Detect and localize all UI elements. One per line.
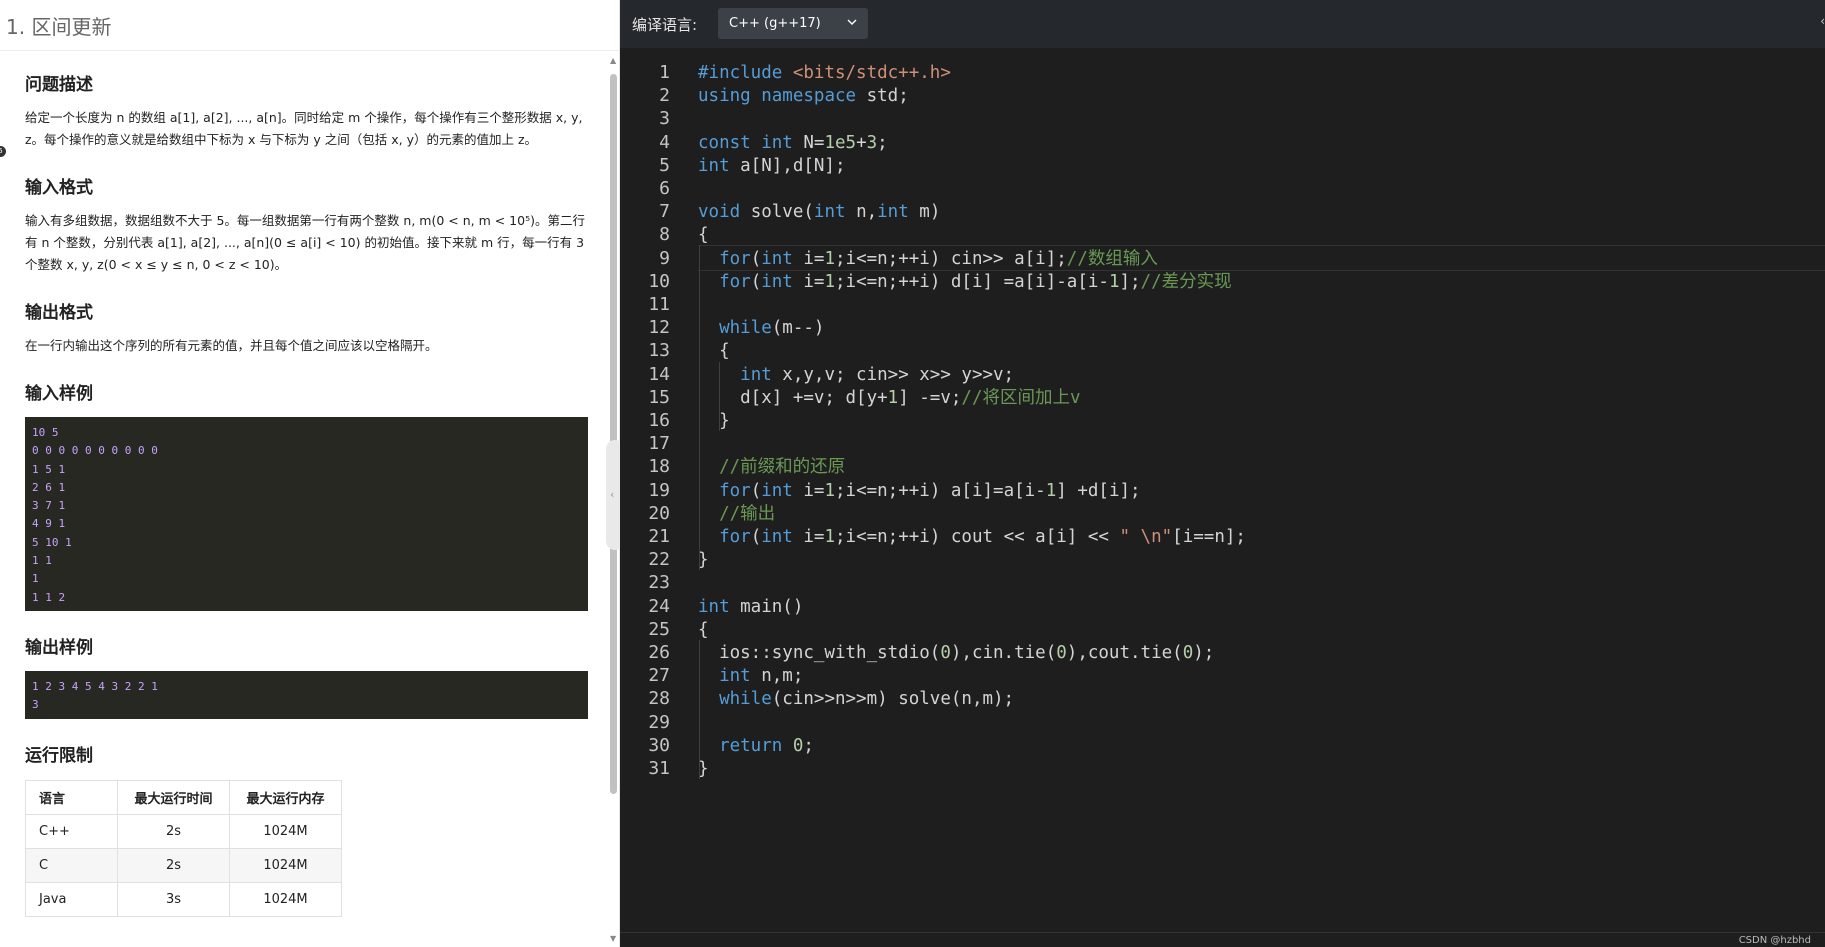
code-area[interactable]: 1 #include <bits/stdc++.h> 2 using namespac… (620, 60, 1825, 930)
language-select-value: C++ (g++17) (729, 16, 821, 31)
chevron-left-icon[interactable]: ‹ (610, 488, 614, 501)
table-cell: Java (25, 881, 118, 917)
input-format-title: 输入格式 (25, 178, 93, 198)
indent-guide (719, 361, 720, 432)
table-row: Java 3s 1024M (25, 881, 342, 917)
table-cell: 2s (117, 847, 230, 883)
scroll-down-arrow-icon[interactable]: ▼ (610, 934, 616, 943)
table-cell: C (25, 847, 118, 883)
watermark: CSDN @hzbhd (1738, 935, 1811, 946)
indent-guide (699, 640, 700, 780)
table-cell: C++ (25, 813, 118, 849)
editor-status-bar: CSDN @hzbhd (620, 932, 1825, 947)
sample-output-title: 输出样例 (25, 637, 93, 658)
sample-input-title: 输入样例 (25, 384, 93, 404)
output-format-text: 在一行内输出这个序列的所有元素的值，并且每个值之间应该以空格隔开。 (25, 338, 438, 353)
problem-pane: 1. 区间更新 5 问题描述 给定一个长度为 n 的数组 a[1], a[2],… (0, 0, 620, 947)
chevron-down-icon (847, 19, 857, 25)
output-format-title: 输出格式 (25, 303, 93, 323)
limits-table: 语言 最大运行时间 最大运行内存 C++ 2s 1024M C 2s 1024M… (25, 779, 342, 917)
limits-header-language: 语言 (25, 779, 118, 815)
problem-header: 1. 区间更新 (0, 0, 619, 51)
scroll-thumb[interactable] (610, 74, 617, 794)
input-format-text: 输入有多组数据，数据组数不大于 5。每一组数据第一行有两个整数 n, m(0 <… (25, 213, 585, 272)
code-line[interactable]: 31} (620, 756, 1825, 783)
description-text: 给定一个长度为 n 的数组 a[1], a[2], ..., a[n]。同时给定… (25, 110, 583, 147)
table-cell: 2s (117, 813, 230, 849)
table-cell: 1024M (229, 881, 342, 917)
limits-header-row: 语言 最大运行时间 最大运行内存 (25, 779, 342, 815)
limits-header-memory: 最大运行内存 (229, 779, 342, 815)
table-row: C 2s 1024M (25, 847, 342, 883)
problem-title: 1. 区间更新 (6, 14, 112, 39)
indent-guide (699, 245, 700, 571)
description-title: 问题描述 (25, 75, 93, 95)
editor-toolbar: 编译语言: C++ (g++17) ‹ (620, 0, 1825, 48)
limits-header-time: 最大运行时间 (117, 779, 230, 815)
sample-output-box[interactable]: 1 2 3 4 5 4 3 2 2 1 3 (25, 670, 588, 719)
table-cell: 1024M (229, 847, 342, 883)
table-cell: 1024M (229, 813, 342, 849)
limits-title: 运行限制 (25, 745, 93, 766)
table-cell: 3s (117, 881, 230, 917)
language-label: 编译语言: (632, 16, 698, 34)
sample-input-box[interactable]: 10 5 0 0 0 0 0 0 0 0 0 0 1 5 1 2 6 1 3 7… (25, 417, 588, 611)
scroll-up-arrow-icon[interactable]: ▲ (610, 56, 616, 65)
problem-content: 问题描述 给定一个长度为 n 的数组 a[1], a[2], ..., a[n]… (25, 60, 588, 917)
code-editor[interactable]: 编译语言: C++ (g++17) ‹ 1 #include <bits/stdc… (620, 0, 1825, 947)
language-select[interactable]: C++ (g++17) (718, 8, 868, 39)
collapse-icon[interactable]: ‹ (1820, 14, 1825, 28)
table-row: C++ 2s 1024M (25, 813, 342, 849)
line-number: 31 (648, 758, 670, 779)
side-badge: 5 (0, 146, 6, 157)
